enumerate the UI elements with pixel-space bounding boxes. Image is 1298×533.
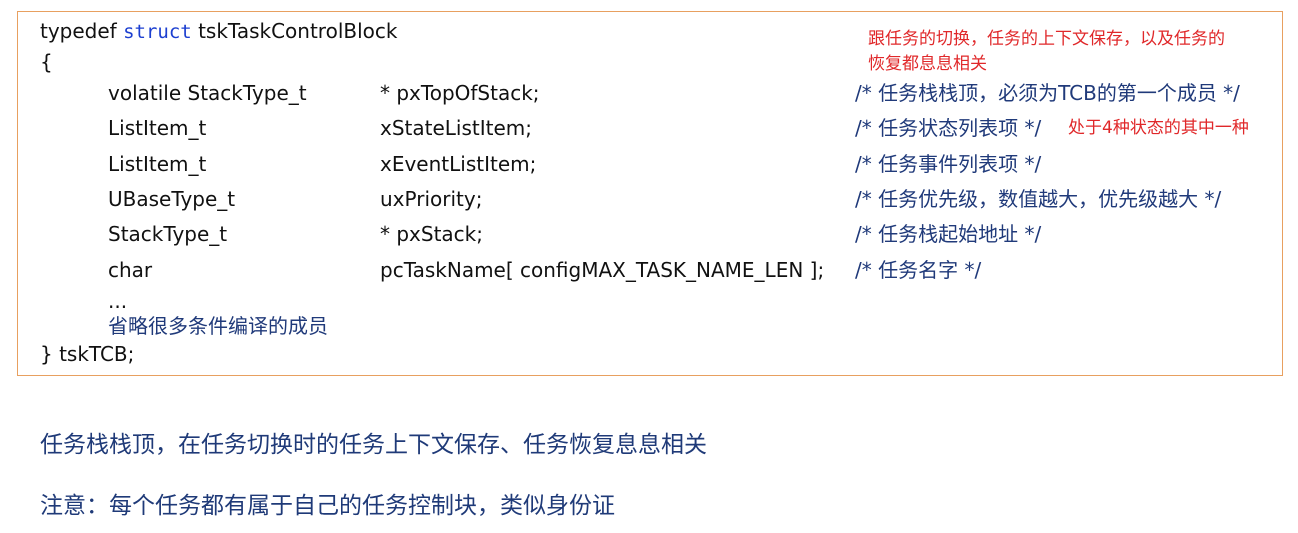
open-brace: { <box>40 50 53 74</box>
explanation-note: 任务栈栈顶，在任务切换时的任务上下文保存、任务恢复息息相关 <box>40 432 707 458</box>
member-type: UBaseType_t <box>108 187 236 211</box>
member-name: pcTaskName[ configMAX_TASK_NAME_LEN ]; <box>380 258 825 282</box>
switch-annotation-line2: 恢复都息息相关 <box>868 54 987 74</box>
member-type: volatile StackType_t <box>108 81 307 105</box>
struct-name: tskTaskControlBlock <box>191 19 398 43</box>
switch-annotation-line1: 跟任务的切换，任务的上下文保存，以及任务的 <box>868 29 1225 49</box>
state-annotation: 处于4种状态的其中一种 <box>1068 118 1249 138</box>
member-type: StackType_t <box>108 222 228 246</box>
member-comment: /* 任务栈栈顶，必须为TCB的第一个成员 */ <box>855 81 1240 105</box>
member-type: ListItem_t <box>108 116 207 140</box>
member-name: xStateListItem; <box>380 116 533 140</box>
typedef-prefix: typedef <box>40 19 124 43</box>
member-type: ListItem_t <box>108 152 207 176</box>
ellipsis: ... <box>108 289 128 313</box>
typedef-line: typedef struct tskTaskControlBlock <box>40 19 397 44</box>
member-comment: /* 任务事件列表项 */ <box>855 152 1042 176</box>
omitted-members-note: 省略很多条件编译的成员 <box>108 314 328 338</box>
member-name: xEventListItem; <box>380 152 537 176</box>
close-line: } tskTCB; <box>40 342 135 366</box>
member-type: char <box>108 258 153 282</box>
member-name: * pxTopOfStack; <box>380 81 540 105</box>
member-name: * pxStack; <box>380 222 483 246</box>
member-comment: /* 任务栈起始地址 */ <box>855 222 1042 246</box>
member-comment: /* 任务状态列表项 */ <box>855 116 1042 140</box>
member-comment: /* 任务优先级，数值越大，优先级越大 */ <box>855 187 1222 211</box>
member-name: uxPriority; <box>380 187 483 211</box>
member-comment: /* 任务名字 */ <box>855 258 982 282</box>
attention-note: 注意：每个任务都有属于自己的任务控制块，类似身份证 <box>40 493 615 519</box>
struct-keyword: struct <box>123 21 192 43</box>
